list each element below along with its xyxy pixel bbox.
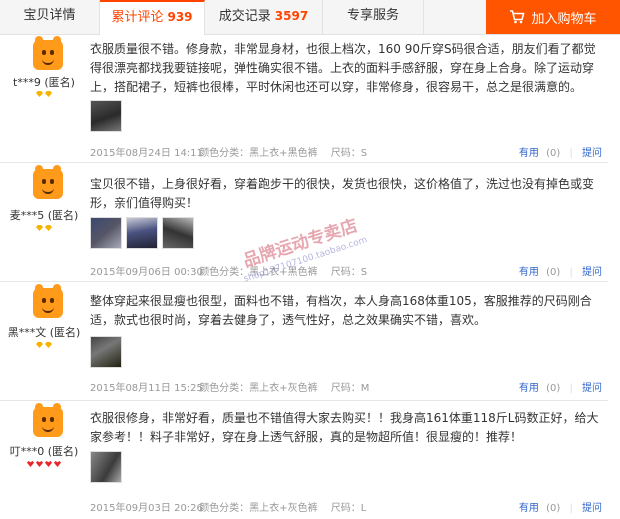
buyer-level-badge xyxy=(0,342,88,350)
useful-count: (0) xyxy=(546,267,561,278)
review-text: 衣服很修身，非常好看，质量也不错值得大家去购买！！我身高161体重118斤L码数… xyxy=(90,411,599,444)
reviewer-name: t***9 (匿名) xyxy=(13,76,75,89)
review-meta: 2015年09月06日 00:30 颜色分类：黑上衣+黑色裤 尺码：S 有用 (… xyxy=(90,263,602,278)
useful-button[interactable]: 有用 xyxy=(519,503,539,514)
useful-button[interactable]: 有用 xyxy=(519,148,539,159)
review-item: 叮***0 (匿名) 衣服很修身，非常好看，质量也不错值得大家去购买！！我身高1… xyxy=(0,401,608,519)
review-text: 宝贝很不错，上身很好看，穿着跑步干的很快，发货也很快，这价格值了，洗过也没有掉色… xyxy=(90,177,595,210)
diamond-icon xyxy=(45,342,52,348)
useful-button[interactable]: 有用 xyxy=(519,267,539,278)
buyer-level-badge xyxy=(0,461,88,469)
user-avatar xyxy=(33,36,63,70)
color-option: 颜色分类：黑上衣+黑色裤 xyxy=(199,267,318,278)
diamond-icon xyxy=(45,225,52,231)
cart-icon xyxy=(510,10,525,24)
size-option: 尺码：L xyxy=(330,503,367,514)
user-avatar xyxy=(33,165,63,199)
reviewer-name: 麦***5 (匿名) xyxy=(9,209,79,222)
size-option: 尺码：M xyxy=(330,383,370,394)
useful-count: (0) xyxy=(546,383,561,394)
review-meta: 2015年08月24日 14:11 颜色分类：黑上衣+黑色裤 尺码：S 有用 (… xyxy=(90,144,602,159)
review-meta: 2015年09月03日 20:26 颜色分类：黑上衣+灰色裤 尺码：L 有用 (… xyxy=(90,499,602,514)
tab-label: 专享服务 xyxy=(346,8,399,23)
tab-product-details[interactable]: 宝贝详情 xyxy=(0,0,100,34)
diamond-icon xyxy=(36,225,43,231)
tab-transactions[interactable]: 成交记录 3597 xyxy=(205,0,323,34)
review-text: 衣服质量很不错。修身款，非常显身材，也很上档次，160 90斤穿S码很合适，朋友… xyxy=(90,42,596,94)
buyer-level-badge xyxy=(0,91,88,99)
review-photo-thumbnail[interactable] xyxy=(126,217,158,249)
review-item: 麦***5 (匿名) 宝贝很不错，上身很好看，穿着跑步干的很快，发货也很快，这价… xyxy=(0,163,608,282)
ask-button[interactable]: 提问 xyxy=(582,383,602,394)
review-text: 整体穿起来很显瘦也很型，面料也不错，有档次，本人身高168体重105，客服推荐的… xyxy=(90,294,592,327)
useful-count: (0) xyxy=(546,148,561,159)
tab-exclusive-service[interactable]: 专享服务 xyxy=(323,0,424,34)
diamond-icon xyxy=(36,342,43,348)
review-photos xyxy=(90,336,122,368)
tab-label: 成交记录 xyxy=(218,9,271,24)
size-option: 尺码：S xyxy=(330,267,368,278)
review-date: 2015年09月03日 20:26 xyxy=(90,503,203,514)
review-item: t***9 (匿名) 衣服质量很不错。修身款，非常显身材，也很上档次，160 9… xyxy=(0,34,608,163)
review-photo-thumbnail[interactable] xyxy=(90,217,122,249)
useful-button[interactable]: 有用 xyxy=(519,383,539,394)
useful-count: (0) xyxy=(546,503,561,514)
review-photos xyxy=(90,451,122,483)
review-photos xyxy=(90,100,122,132)
add-to-cart-label: 加入购物车 xyxy=(531,11,597,27)
heart-icon xyxy=(27,461,34,467)
tab-label: 宝贝详情 xyxy=(23,8,76,23)
ask-button[interactable]: 提问 xyxy=(582,148,602,159)
review-photo-thumbnail[interactable] xyxy=(90,100,122,132)
buyer-level-badge xyxy=(0,225,88,233)
heart-icon xyxy=(36,461,43,467)
user-avatar xyxy=(33,403,63,437)
ask-button[interactable]: 提问 xyxy=(582,267,602,278)
size-option: 尺码：S xyxy=(330,148,368,159)
review-photos xyxy=(90,217,194,249)
review-photo-thumbnail[interactable] xyxy=(90,336,122,368)
diamond-icon xyxy=(36,91,43,97)
tab-label: 累计评论 xyxy=(111,10,164,25)
review-photo-thumbnail[interactable] xyxy=(162,217,194,249)
tab-reviews[interactable]: 累计评论 939 xyxy=(100,0,205,35)
user-avatar xyxy=(33,284,63,318)
reviewer-name: 黑***文 (匿名) xyxy=(7,326,81,339)
review-meta: 2015年08月11日 15:25 颜色分类：黑上衣+灰色裤 尺码：M 有用 (… xyxy=(90,379,602,394)
heart-icon xyxy=(45,461,52,467)
diamond-icon xyxy=(45,91,52,97)
ask-button[interactable]: 提问 xyxy=(582,503,602,514)
reviewer-name: 叮***0 (匿名) xyxy=(9,445,79,458)
review-photo-thumbnail[interactable] xyxy=(90,451,122,483)
heart-icon xyxy=(54,461,61,467)
color-option: 颜色分类：黑上衣+灰色裤 xyxy=(199,383,318,394)
review-count: 939 xyxy=(167,10,193,24)
add-to-cart-button[interactable]: 加入购物车 xyxy=(486,0,620,34)
review-date: 2015年08月11日 15:25 xyxy=(90,383,203,394)
review-date: 2015年09月06日 00:30 xyxy=(90,267,203,278)
transaction-count: 3597 xyxy=(274,9,309,23)
review-item: 黑***文 (匿名) 整体穿起来很显瘦也很型，面料也不错，有档次，本人身高168… xyxy=(0,282,608,401)
color-option: 颜色分类：黑上衣+灰色裤 xyxy=(199,503,318,514)
review-date: 2015年08月24日 14:11 xyxy=(90,148,203,159)
color-option: 颜色分类：黑上衣+黑色裤 xyxy=(199,148,318,159)
